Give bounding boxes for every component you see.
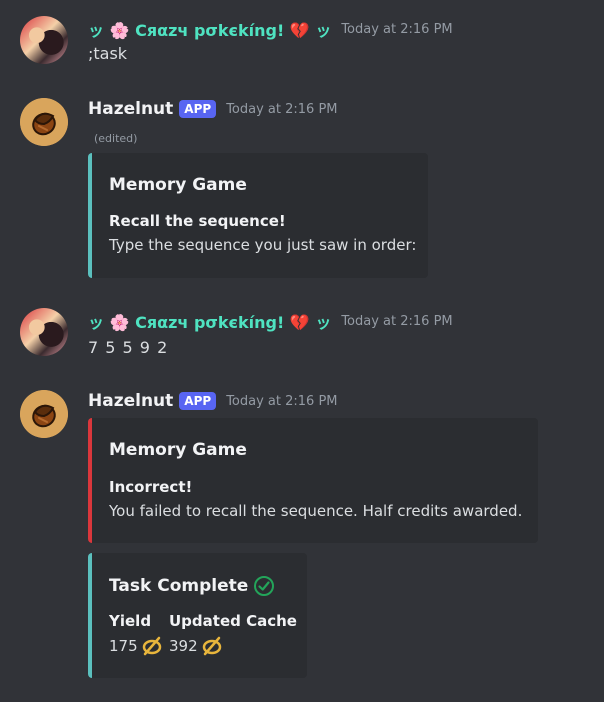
- embed-title: Memory Game: [109, 440, 247, 460]
- check-circle-icon: [254, 576, 275, 596]
- flower-emoji: 🌸: [109, 313, 130, 332]
- embed-body: Type the sequence you just saw in order:: [109, 236, 417, 254]
- embed-memory-game: Memory Game Recall the sequence! Type th…: [88, 153, 428, 278]
- embed-task-complete: Task Complete Yield 175 Updated Cache 39…: [88, 553, 307, 678]
- message-bot-2: Hazelnut APP Today at 2:16 PM Memory Gam…: [0, 390, 604, 680]
- coin-icon: [142, 636, 161, 656]
- field-cache-name: Updated Cache: [169, 612, 297, 630]
- message-text: 7 5 5 9 2: [88, 338, 169, 357]
- coin-icon: [202, 636, 221, 656]
- username[interactable]: ッ 🌸 Cяαzч pσkєkíng! 💔 ッ: [88, 309, 331, 333]
- field-yield-value: 175: [109, 636, 163, 656]
- embed-title: Task Complete: [109, 575, 275, 597]
- app-tag: APP: [179, 100, 217, 118]
- hazelnut-icon: [20, 98, 68, 146]
- username[interactable]: ッ 🌸 Cяαzч pσkєkíng! 💔 ッ: [88, 17, 331, 41]
- message-header: Hazelnut APP Today at 2:16 PM: [88, 390, 338, 412]
- embed-title: Memory Game: [109, 175, 247, 195]
- bot-avatar[interactable]: [20, 98, 68, 146]
- app-tag: APP: [179, 392, 217, 410]
- message-header: ッ 🌸 Cяαzч pσkєkíng! 💔 ッ Today at 2:16 PM: [88, 310, 453, 332]
- field-yield-name: Yield: [109, 612, 152, 630]
- bot-avatar[interactable]: [20, 390, 68, 438]
- embed-heading: Incorrect!: [109, 478, 193, 496]
- embed-body: You failed to recall the sequence. Half …: [109, 502, 523, 520]
- message-header: ッ 🌸 Cяαzч pσkєkíng! 💔 ッ Today at 2:16 PM: [88, 18, 453, 40]
- embed-memory-game-result: Memory Game Incorrect! You failed to rec…: [88, 418, 538, 543]
- timestamp[interactable]: Today at 2:16 PM: [341, 22, 452, 37]
- broken-heart-emoji: 💔: [289, 21, 310, 40]
- broken-heart-emoji: 💔: [289, 313, 310, 332]
- user-avatar[interactable]: [20, 308, 68, 356]
- embed-heading: Recall the sequence!: [109, 212, 286, 230]
- flower-emoji: 🌸: [109, 21, 130, 40]
- message-text: ;task: [88, 44, 128, 63]
- message-user-2: ッ 🌸 Cяαzч pσkєkíng! 💔 ッ Today at 2:16 PM…: [0, 308, 604, 368]
- message-user-1: ッ 🌸 Cяαzч pσkєkíng! 💔 ッ Today at 2:16 PM…: [0, 16, 604, 76]
- field-cache-value: 392: [169, 636, 223, 656]
- timestamp[interactable]: Today at 2:16 PM: [226, 102, 337, 117]
- hazelnut-icon: [20, 390, 68, 438]
- message-header: Hazelnut APP Today at 2:16 PM: [88, 98, 338, 120]
- timestamp[interactable]: Today at 2:16 PM: [226, 394, 337, 409]
- message-bot-1: Hazelnut APP Today at 2:16 PM (edited) M…: [0, 98, 604, 278]
- bot-name[interactable]: Hazelnut: [88, 391, 173, 411]
- user-avatar[interactable]: [20, 16, 68, 64]
- bot-name[interactable]: Hazelnut: [88, 99, 173, 119]
- timestamp[interactable]: Today at 2:16 PM: [341, 314, 452, 329]
- edited-label: (edited): [94, 132, 138, 145]
